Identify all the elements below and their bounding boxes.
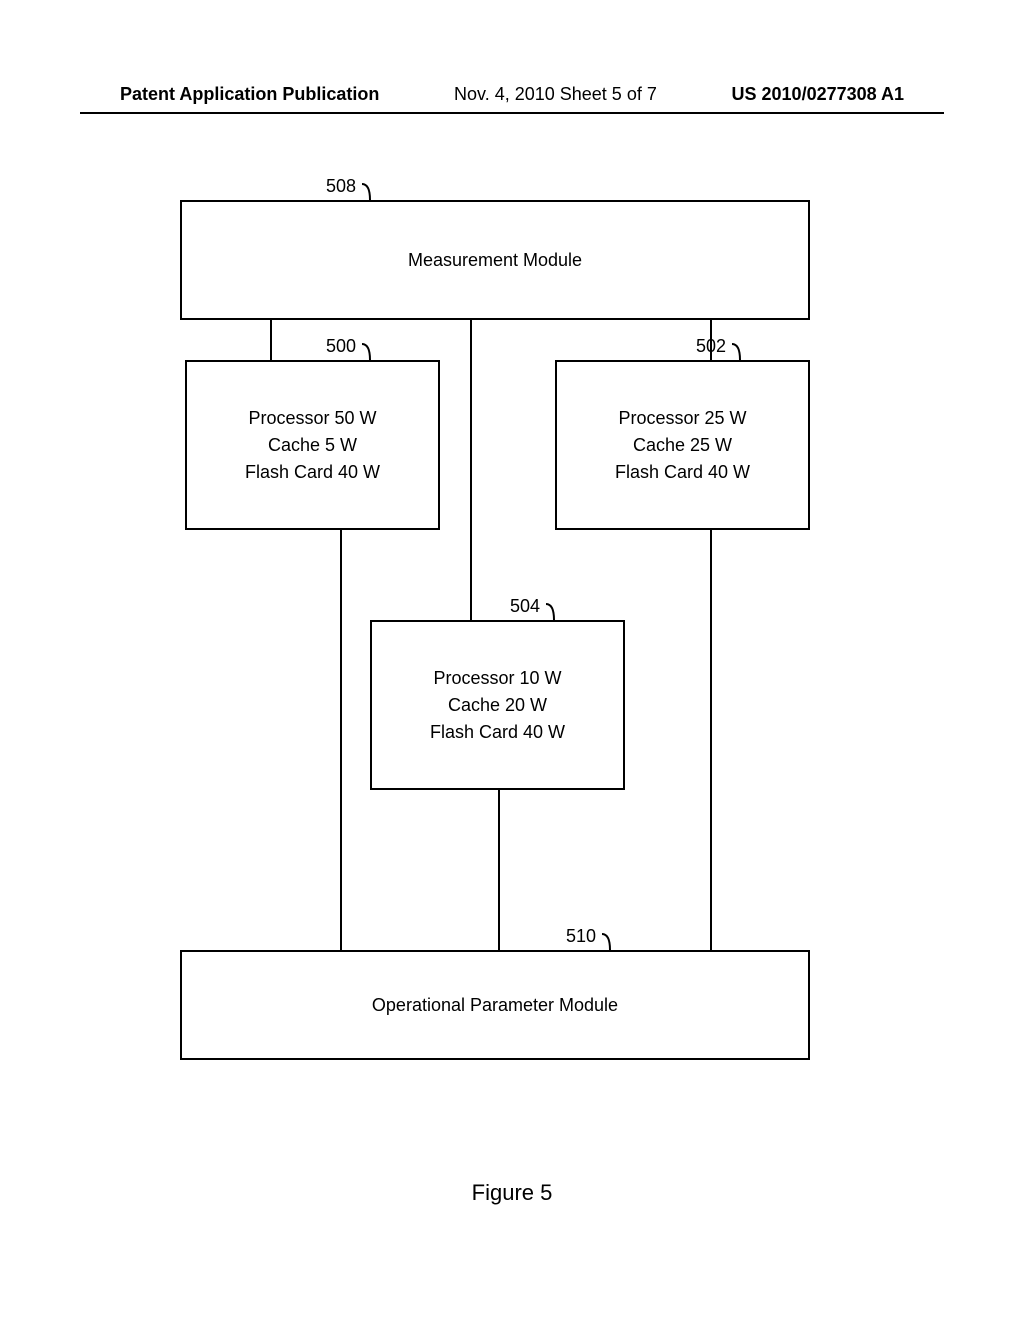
ref-508-hook xyxy=(360,182,378,200)
box-504-line2: Cache 20 W xyxy=(448,692,547,719)
ref-500: 500 xyxy=(326,336,356,357)
connector-502-510 xyxy=(710,530,712,950)
box-504-line3: Flash Card 40 W xyxy=(430,719,565,746)
connector-500-510 xyxy=(340,530,342,950)
box-502: Processor 25 W Cache 25 W Flash Card 40 … xyxy=(555,360,810,530)
box-502-line2: Cache 25 W xyxy=(633,432,732,459)
ref-504: 504 xyxy=(510,596,540,617)
box-500-line3: Flash Card 40 W xyxy=(245,459,380,486)
measurement-module-label: Measurement Module xyxy=(408,247,582,274)
operational-parameter-module-box: Operational Parameter Module xyxy=(180,950,810,1060)
header-left: Patent Application Publication xyxy=(120,84,379,105)
header-divider xyxy=(80,112,944,114)
box-504-line1: Processor 10 W xyxy=(433,665,561,692)
connector-504-510 xyxy=(498,790,500,950)
connector-508-500 xyxy=(270,320,272,360)
header-mid: Nov. 4, 2010 Sheet 5 of 7 xyxy=(454,84,657,105)
diagram-canvas: Measurement Module 508 Processor 50 W Ca… xyxy=(0,160,1024,1210)
box-502-line3: Flash Card 40 W xyxy=(615,459,750,486)
ref-502: 502 xyxy=(696,336,726,357)
header-right: US 2010/0277308 A1 xyxy=(732,84,904,105)
box-500-line1: Processor 50 W xyxy=(248,405,376,432)
ref-510-hook xyxy=(600,932,618,950)
box-502-line1: Processor 25 W xyxy=(618,405,746,432)
ref-504-hook xyxy=(544,602,562,620)
box-504: Processor 10 W Cache 20 W Flash Card 40 … xyxy=(370,620,625,790)
measurement-module-box: Measurement Module xyxy=(180,200,810,320)
ref-500-hook xyxy=(360,342,378,360)
operational-parameter-module-label: Operational Parameter Module xyxy=(372,992,618,1019)
figure-caption: Figure 5 xyxy=(0,1180,1024,1206)
box-500-line2: Cache 5 W xyxy=(268,432,357,459)
ref-510: 510 xyxy=(566,926,596,947)
ref-508: 508 xyxy=(326,176,356,197)
connector-508-504 xyxy=(470,320,472,620)
ref-502-hook xyxy=(730,342,748,360)
box-500: Processor 50 W Cache 5 W Flash Card 40 W xyxy=(185,360,440,530)
